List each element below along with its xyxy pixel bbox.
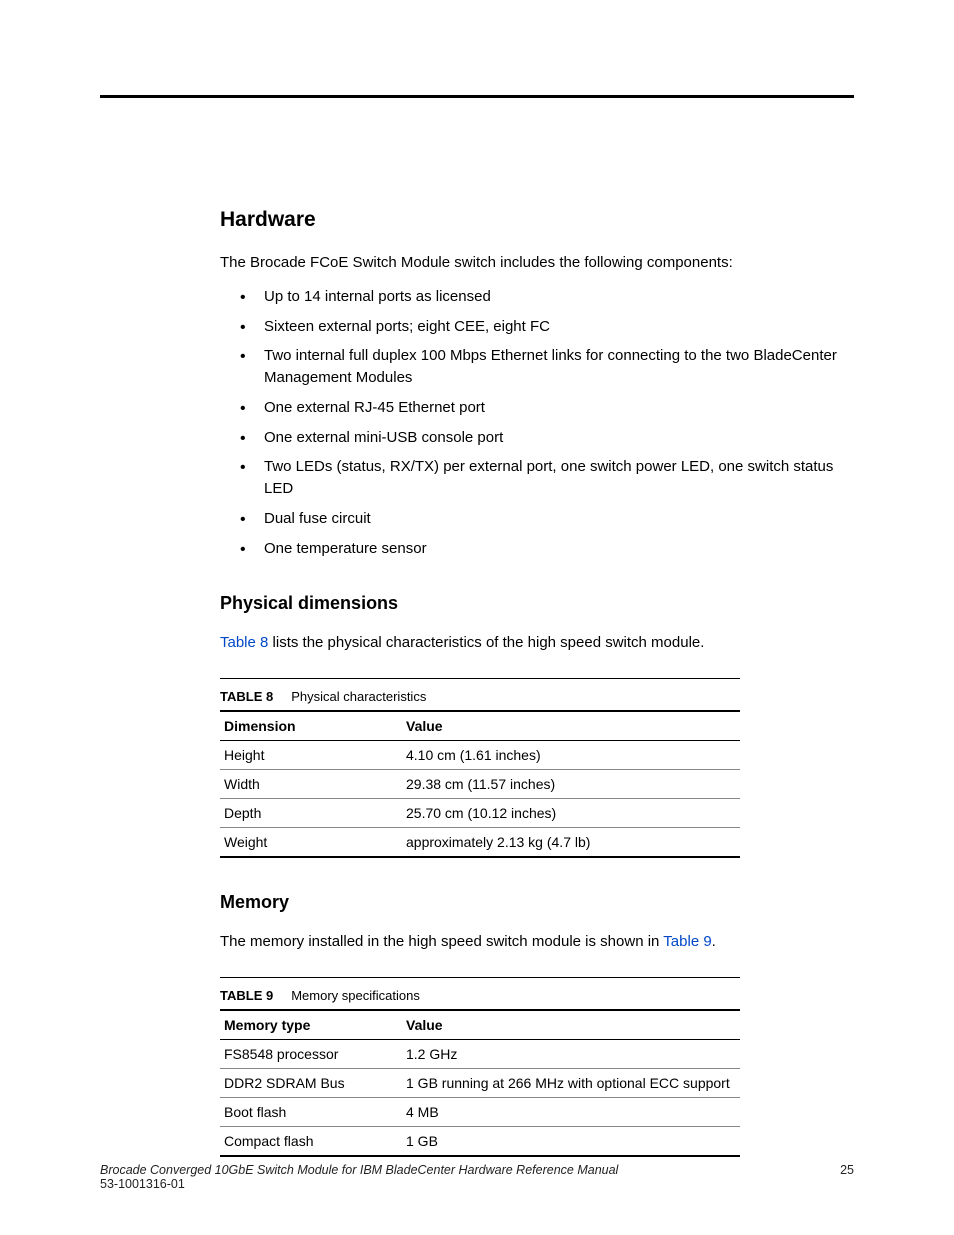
- table-row: Height4.10 cm (1.61 inches): [220, 741, 740, 770]
- footer-doc: Brocade Converged 10GbE Switch Module fo…: [100, 1163, 840, 1191]
- table9-h0: Memory type: [220, 1010, 402, 1040]
- cell: Width: [220, 770, 402, 799]
- table-row: DDR2 SDRAM Bus1 GB running at 266 MHz wi…: [220, 1068, 740, 1097]
- list-item: Two LEDs (status, RX/TX) per external po…: [240, 456, 854, 500]
- phys-dim-body: Table 8 lists the physical characteristi…: [220, 632, 854, 654]
- hardware-intro: The Brocade FCoE Switch Module switch in…: [220, 252, 854, 274]
- list-item: Sixteen external ports; eight CEE, eight…: [240, 316, 854, 338]
- cell: 25.70 cm (10.12 inches): [402, 799, 740, 828]
- list-item: One external mini-USB console port: [240, 427, 854, 449]
- table9-caption-rule: [220, 977, 740, 978]
- table9-link[interactable]: Table 9: [663, 933, 711, 950]
- cell: Height: [220, 741, 402, 770]
- table-row: Depth25.70 cm (10.12 inches): [220, 799, 740, 828]
- cell: Compact flash: [220, 1126, 402, 1156]
- table8-wrap: TABLE 8 Physical characteristics Dimensio…: [220, 678, 740, 858]
- table8-caption-text: Physical characteristics: [291, 689, 426, 704]
- list-item: One external RJ-45 Ethernet port: [240, 397, 854, 419]
- cell: 1.2 GHz: [402, 1039, 740, 1068]
- cell: Depth: [220, 799, 402, 828]
- table9-caption-text: Memory specifications: [291, 988, 420, 1003]
- table8-h1: Value: [402, 711, 740, 741]
- memory-body-pre: The memory installed in the high speed s…: [220, 933, 663, 950]
- table8-caption-label: TABLE 8: [220, 689, 273, 704]
- page-content: Hardware The Brocade FCoE Switch Module …: [0, 0, 954, 1217]
- list-item: Dual fuse circuit: [240, 508, 854, 530]
- hardware-bullet-list: Up to 14 internal ports as licensed Sixt…: [240, 286, 854, 560]
- cell: FS8548 processor: [220, 1039, 402, 1068]
- cell: Weight: [220, 828, 402, 858]
- footer-page-number: 25: [840, 1163, 854, 1191]
- cell: approximately 2.13 kg (4.7 lb): [402, 828, 740, 858]
- cell: 4.10 cm (1.61 inches): [402, 741, 740, 770]
- table9: Memory type Value FS8548 processor1.2 GH…: [220, 1009, 740, 1157]
- footer-doc-num: 53-1001316-01: [100, 1177, 840, 1191]
- page-footer: Brocade Converged 10GbE Switch Module fo…: [100, 1163, 854, 1191]
- top-rule: [100, 95, 854, 98]
- table-row: Compact flash1 GB: [220, 1126, 740, 1156]
- table9-caption: TABLE 9 Memory specifications: [220, 982, 740, 1009]
- phys-dim-body-text: lists the physical characteristics of th…: [268, 634, 704, 651]
- list-item: Two internal full duplex 100 Mbps Ethern…: [240, 345, 854, 389]
- footer-doc-title: Brocade Converged 10GbE Switch Module fo…: [100, 1163, 618, 1177]
- table-row: FS8548 processor1.2 GHz: [220, 1039, 740, 1068]
- table8-link[interactable]: Table 8: [220, 634, 268, 651]
- cell: 29.38 cm (11.57 inches): [402, 770, 740, 799]
- memory-heading: Memory: [220, 892, 854, 913]
- cell: Boot flash: [220, 1097, 402, 1126]
- hardware-heading: Hardware: [220, 208, 854, 232]
- table-row: Weightapproximately 2.13 kg (4.7 lb): [220, 828, 740, 858]
- cell: 1 GB running at 266 MHz with optional EC…: [402, 1068, 740, 1097]
- table8-caption-rule: [220, 678, 740, 679]
- table9-caption-label: TABLE 9: [220, 988, 273, 1003]
- table-row: Width29.38 cm (11.57 inches): [220, 770, 740, 799]
- table8: Dimension Value Height4.10 cm (1.61 inch…: [220, 710, 740, 858]
- list-item: Up to 14 internal ports as licensed: [240, 286, 854, 308]
- phys-dim-heading: Physical dimensions: [220, 593, 854, 614]
- table-header-row: Memory type Value: [220, 1010, 740, 1040]
- table-header-row: Dimension Value: [220, 711, 740, 741]
- table9-h1: Value: [402, 1010, 740, 1040]
- memory-body: The memory installed in the high speed s…: [220, 931, 854, 953]
- table-row: Boot flash4 MB: [220, 1097, 740, 1126]
- cell: DDR2 SDRAM Bus: [220, 1068, 402, 1097]
- cell: 1 GB: [402, 1126, 740, 1156]
- table8-caption: TABLE 8 Physical characteristics: [220, 683, 740, 710]
- cell: 4 MB: [402, 1097, 740, 1126]
- list-item: One temperature sensor: [240, 538, 854, 560]
- memory-body-post: .: [712, 933, 716, 950]
- table8-h0: Dimension: [220, 711, 402, 741]
- table9-wrap: TABLE 9 Memory specifications Memory type…: [220, 977, 740, 1157]
